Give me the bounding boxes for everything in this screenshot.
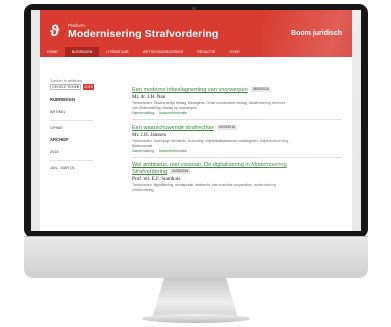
publisher-logo[interactable]: Boom juridisch — [291, 30, 342, 37]
divider — [132, 156, 342, 157]
list-item: Wel ambitieus, niet visionair. De digita… — [132, 162, 342, 193]
article-title-link[interactable]: Een waarschuwende strafrechter 01/03/2018 — [132, 125, 342, 132]
nav-item-redactie[interactable]: Redactie — [190, 47, 222, 57]
archief-period[interactable]: JAN - MAR (3) — [50, 160, 94, 170]
article-date-badge: 01/03/2018 — [216, 124, 237, 130]
site-header: ϑ Platform Modernisering Strafvordering … — [40, 10, 352, 57]
author-info-link[interactable]: Auteursinformatie — [159, 149, 187, 153]
search-button[interactable]: ZOEK — [83, 84, 94, 90]
article-title-link[interactable]: Wel ambitieus, niet visionair. De digita… — [132, 162, 342, 169]
article-title-link-cont[interactable]: Strafvordering 02/02/2018 — [132, 169, 342, 176]
article-keywords-cont: strafvordering — [132, 188, 154, 192]
article-author: Mr. dr. J.B. Nan — [132, 94, 166, 100]
search-row: GEHELE TEKST ▼ ZOEK — [50, 84, 94, 90]
article-links: Samenvatting Auteursinformatie — [132, 149, 342, 154]
website: ϑ Platform Modernisering Strafvordering … — [40, 10, 352, 231]
monitor-stand-neck — [152, 278, 238, 318]
article-date-badge: 05/03/2018 — [250, 87, 271, 93]
article-author: Prof. mr. E.F. Stamhuis — [132, 176, 181, 182]
author-info-link[interactable]: Auteursinformatie — [159, 111, 187, 115]
article-author: Mr. J.H. Janssen — [132, 131, 167, 138]
rubriek-opinie[interactable]: OPINIE — [50, 120, 94, 130]
main-nav: Home Bijdragen Literatuur Wetgevingsdoss… — [40, 47, 247, 57]
monitor-chin — [24, 236, 368, 278]
archief-year[interactable]: 2018 — [50, 150, 94, 154]
search-scope-select[interactable]: GEHELE TEKST ▼ — [50, 84, 82, 90]
summary-link[interactable]: Samenvatting — [132, 111, 154, 115]
article-list: Een moderne inbeslagneming van voorwerpe… — [132, 87, 342, 198]
list-item: Een moderne inbeslagneming van voorwerpe… — [132, 87, 342, 120]
page-content: Zoeken in artikelen GEHELE TEKST ▼ ZOEK … — [40, 57, 352, 231]
nav-item-over[interactable]: Over — [222, 47, 246, 57]
site-title[interactable]: Modernisering Strafvordering — [68, 28, 218, 40]
monitor-stand-foot — [142, 314, 250, 323]
rubrieken-heading: RUBRIEKEN — [50, 97, 75, 102]
sidebar: Zoeken in artikelen GEHELE TEKST ▼ ZOEK … — [50, 79, 94, 170]
chevron-down-icon: ▼ — [76, 85, 80, 89]
summary-link[interactable]: Samenvatting — [132, 149, 154, 153]
nav-item-bijdragen[interactable]: Bijdragen — [64, 47, 100, 57]
logo-icon[interactable]: ϑ — [50, 24, 64, 40]
nav-item-literatuur[interactable]: Literatuur — [99, 47, 135, 57]
monitor-screen: ϑ Platform Modernisering Strafvordering … — [31, 10, 361, 231]
search-scope-value: GEHELE TEKST — [52, 85, 79, 89]
nav-item-home[interactable]: Home — [40, 47, 65, 57]
nav-item-wetgevingsdossier[interactable]: Wetgevingsdossier — [136, 47, 191, 57]
archief-heading: ARCHIEF — [50, 137, 69, 142]
rubriek-artikel[interactable]: ARTIKEL — [50, 110, 94, 114]
search-label: Zoeken in artikelen — [50, 79, 83, 83]
divider — [132, 119, 342, 120]
list-item: Een waarschuwende strafrechter 01/03/2018… — [132, 125, 342, 157]
article-date-badge: 02/02/2018 — [170, 169, 191, 175]
article-links: Samenvatting Auteursinformatie — [132, 111, 342, 116]
article-title-link[interactable]: Een moderne inbeslagneming van voorwerpe… — [132, 87, 342, 94]
